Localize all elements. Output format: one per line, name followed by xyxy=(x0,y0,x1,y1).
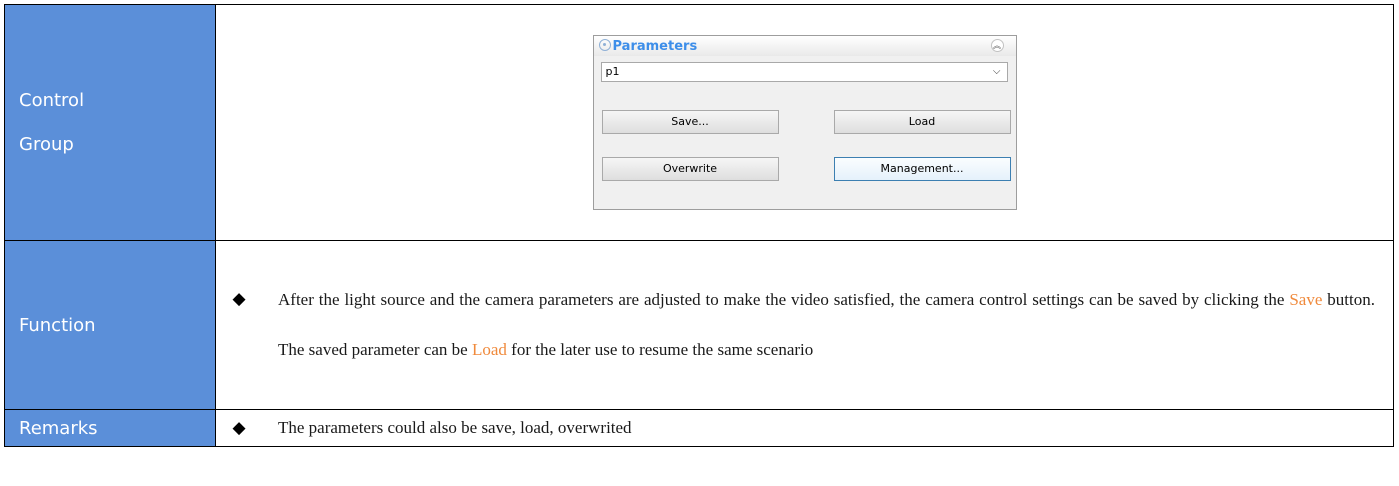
label-cell-control-group: Control Group xyxy=(4,4,216,241)
remarks-content: ◆ The parameters could also be save, loa… xyxy=(215,409,1394,447)
label-cell-remarks: Remarks xyxy=(4,409,216,447)
parameters-panel: Parameters ︽ p1 ⌵ Save... Load Overwrite… xyxy=(592,35,1017,210)
function-content: ◆ After the light source and the camera … xyxy=(215,240,1394,410)
label-remarks: Remarks xyxy=(19,417,98,439)
label-group: Group xyxy=(19,133,74,155)
row-remarks: Remarks ◆ The parameters could also be s… xyxy=(4,409,1394,447)
label-function: Function xyxy=(19,314,96,336)
collapse-icon[interactable]: ︽ xyxy=(990,39,1004,52)
panel-header: Parameters ︽ xyxy=(593,36,1016,56)
parameter-select[interactable]: p1 ⌵ xyxy=(600,62,1008,82)
save-button[interactable]: Save... xyxy=(601,110,779,134)
label-control: Control xyxy=(19,89,85,111)
parameter-select-value: p1 xyxy=(605,65,620,78)
remarks-bullet-item: ◆ The parameters could also be save, loa… xyxy=(216,411,1393,445)
function-text-part3: for the later use to resume the same sce… xyxy=(506,340,814,359)
function-text-save-highlight: Save xyxy=(1289,290,1323,309)
row-control-group: Control Group Parameters ︽ p1 ⌵ Save... … xyxy=(4,4,1394,241)
function-bullet-item: ◆ After the light source and the camera … xyxy=(216,275,1393,375)
remarks-description: The parameters could also be save, load,… xyxy=(278,418,632,437)
control-group-content: Parameters ︽ p1 ⌵ Save... Load Overwrite… xyxy=(215,4,1394,241)
overwrite-button[interactable]: Overwrite xyxy=(601,157,779,181)
row-function: Function ◆ After the light source and th… xyxy=(4,240,1394,410)
parameters-icon xyxy=(598,39,611,51)
panel-title: Parameters xyxy=(612,39,698,54)
function-text-part1: After the light source and the camera pa… xyxy=(278,290,1290,309)
label-cell-function: Function xyxy=(4,240,216,410)
chevron-down-icon: ⌵ xyxy=(992,66,1001,77)
load-button[interactable]: Load xyxy=(833,110,1011,134)
parameters-doc-table: Control Group Parameters ︽ p1 ⌵ Save... … xyxy=(4,4,1394,447)
function-text-load-highlight: Load xyxy=(471,340,507,359)
bullet-diamond-icon: ◆ xyxy=(232,289,246,308)
function-description: After the light source and the camera pa… xyxy=(278,275,1375,375)
management-button[interactable]: Management... xyxy=(833,157,1011,181)
bullet-diamond-icon: ◆ xyxy=(232,418,246,437)
